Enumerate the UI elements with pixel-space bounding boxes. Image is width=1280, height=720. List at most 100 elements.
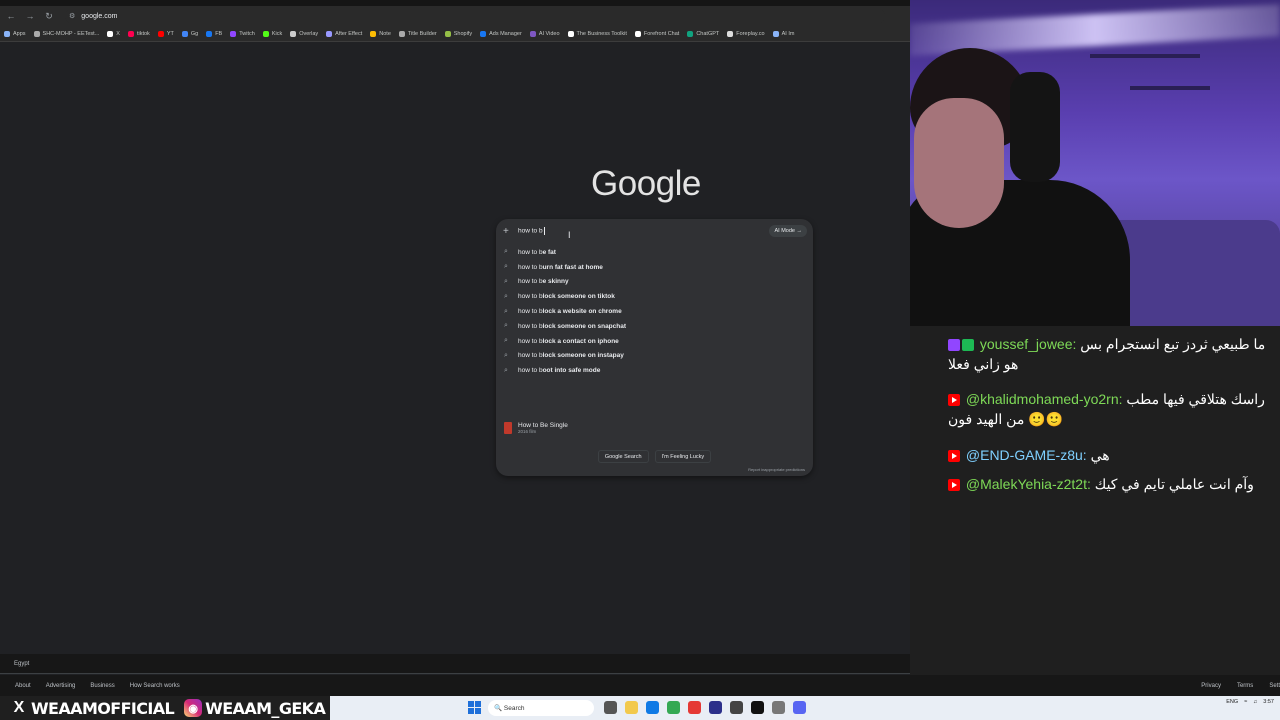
windows-start-icon[interactable] <box>468 701 481 714</box>
bookmark-label: tiktok <box>136 30 150 37</box>
suggestion-item[interactable]: ⌕ how to b oot into safe mode <box>496 363 813 378</box>
forward-icon[interactable]: → <box>22 8 38 24</box>
chat-text: وآم انت عاملي تايم في كيك <box>1094 476 1254 492</box>
bookmark-item[interactable]: After Effect <box>326 30 362 37</box>
youtube-icon <box>948 394 960 407</box>
bookmark-item[interactable]: ChatGPT <box>687 30 719 37</box>
bookmark-item[interactable]: AI Im <box>772 30 794 37</box>
plus-icon[interactable]: + <box>503 226 513 237</box>
back-icon[interactable]: ← <box>3 8 19 24</box>
report-predictions-link[interactable]: Report inappropriate predictions <box>748 467 805 472</box>
suggestion-item[interactable]: ⌕ how to b lock someone on instapay <box>496 349 813 364</box>
suggestion-completion: lock someone on snapchat <box>542 322 627 330</box>
footer-link-how-search-works[interactable]: How Search works <box>130 683 180 689</box>
chat-username: @khalidmohamed-yo2rn: <box>965 391 1123 407</box>
volume-icon[interactable]: ♫ <box>1253 699 1257 705</box>
premiere-icon[interactable] <box>709 701 722 714</box>
suggestion-item[interactable]: ⌕ how to b lock a contact on iphone <box>496 334 813 349</box>
ai-mode-button[interactable]: AI Mode → <box>769 225 807 237</box>
bookmark-item[interactable]: Twitch <box>230 30 255 37</box>
obs-icon[interactable] <box>730 701 743 714</box>
bookmark-favicon-icon <box>181 30 188 37</box>
suggestion-item[interactable]: ⌕ how to be skinny <box>496 275 813 290</box>
suggestion-item[interactable]: ⌕ how to b urn fat fast at home <box>496 260 813 275</box>
bookmark-item[interactable]: AI Video <box>529 30 560 37</box>
x-handle: WEAAMOFFICIAL <box>31 698 175 718</box>
bookmark-item[interactable]: YT <box>157 30 174 37</box>
search-input-row[interactable]: + how to b I AI Mode → <box>496 219 813 243</box>
reload-icon[interactable]: ↻ <box>41 8 57 24</box>
bookmark-item[interactable]: tiktok <box>127 30 150 37</box>
url-text: google.com <box>81 12 118 20</box>
bookmark-label: Shopify <box>453 30 473 37</box>
bookmark-item[interactable]: Shopify <box>444 30 473 37</box>
bookmark-favicon-icon <box>480 30 487 37</box>
google-search-button[interactable]: Google Search <box>597 450 649 463</box>
bookmark-favicon-icon <box>727 30 734 37</box>
bookmark-label: Apps <box>13 30 26 37</box>
bookmark-item[interactable]: Kick <box>262 30 282 37</box>
suggestion-item[interactable]: ⌕ how to be fat <box>496 245 813 260</box>
bookmark-item[interactable]: X <box>107 30 120 37</box>
suggestion-completion: lock someone on tiktok <box>542 293 615 301</box>
footer-link-about[interactable]: About <box>15 683 31 689</box>
chrome-icon[interactable] <box>667 701 680 714</box>
suggestion-item[interactable]: ⌕ how to b lock someone on tiktok <box>496 289 813 304</box>
suggestion-completion: lock someone on instapay <box>542 352 624 360</box>
bookmark-favicon-icon <box>529 30 536 37</box>
discord-icon[interactable] <box>793 701 806 714</box>
bookmark-label: SHC-MOHP - EETest... <box>42 30 100 37</box>
bookmark-item[interactable]: Ads Manager <box>480 30 522 37</box>
file-explorer-icon[interactable] <box>625 701 638 714</box>
site-info-icon[interactable]: ⚙ <box>69 12 75 20</box>
footer-link-terms[interactable]: Terms <box>1237 683 1253 689</box>
taskbar-search-box[interactable]: 🔍 Search <box>488 700 594 716</box>
suggestion-prefix: how to b <box>518 367 543 375</box>
task-view-icon[interactable] <box>604 701 617 714</box>
app-icon[interactable] <box>772 701 785 714</box>
bookmark-label: Note <box>379 30 391 37</box>
edge-icon[interactable] <box>646 701 659 714</box>
bookmark-favicon-icon <box>772 30 779 37</box>
suggestion-item[interactable]: ⌕ how to b lock a website on chrome <box>496 304 813 319</box>
suggestion-item[interactable]: ⌕ how to b lock someone on snapchat <box>496 319 813 334</box>
tray-language[interactable]: ENG <box>1226 699 1238 705</box>
url-input[interactable]: ⚙ google.com <box>65 8 885 24</box>
bookmark-item[interactable]: Note <box>370 30 391 37</box>
bookmark-favicon-icon <box>326 30 333 37</box>
bookmark-label: YT <box>166 30 174 37</box>
bookmark-item[interactable]: SHC-MOHP - EETest... <box>33 30 100 37</box>
twitch-badge-icon <box>948 339 960 352</box>
entity-suggestion[interactable]: How to Be Single 2016 film <box>504 422 568 434</box>
bookmark-favicon-icon <box>370 30 377 37</box>
bookmark-item[interactable]: Apps <box>4 30 26 37</box>
bookmark-item[interactable]: Foreplay.co <box>727 30 765 37</box>
suggestion-completion: lock a contact on iphone <box>542 337 619 345</box>
footer-link-privacy[interactable]: Privacy <box>1201 683 1221 689</box>
suggestion-completion: lock a website on chrome <box>542 308 622 316</box>
search-buttons: Google Search I'm Feeling Lucky <box>496 450 813 463</box>
text-cursor-icon: I <box>568 230 571 240</box>
bookmark-item[interactable]: Forefront Chat <box>634 30 679 37</box>
bookmark-item[interactable]: The Business Toolkit <box>567 30 627 37</box>
bookmark-item[interactable]: Gg <box>181 30 198 37</box>
bookmark-favicon-icon <box>634 30 641 37</box>
chrome-alt-icon[interactable] <box>688 701 701 714</box>
tray-clock[interactable]: 3:57 <box>1263 699 1274 705</box>
youtube-icon <box>948 479 960 492</box>
footer-link-advertising[interactable]: Advertising <box>46 683 76 689</box>
bookmark-favicon-icon <box>262 30 269 37</box>
tiktok-icon[interactable] <box>751 701 764 714</box>
bookmark-item[interactable]: Overlay <box>290 30 318 37</box>
chat-message: @END-GAME-z8u: هي <box>948 445 1280 465</box>
footer-link-settings[interactable]: Sett <box>1269 683 1280 689</box>
suggestion-completion: e skinny <box>542 278 569 286</box>
footer-link-business[interactable]: Business <box>90 683 114 689</box>
chat-text: هي <box>1090 447 1110 463</box>
search-input[interactable]: how to b <box>518 227 545 235</box>
bookmark-item[interactable]: Title Builder <box>398 30 437 37</box>
feeling-lucky-button[interactable]: I'm Feeling Lucky <box>654 450 712 463</box>
wall-shelf <box>1090 54 1200 58</box>
wifi-icon[interactable]: ≈ <box>1244 699 1247 705</box>
bookmark-item[interactable]: FB <box>206 30 222 37</box>
